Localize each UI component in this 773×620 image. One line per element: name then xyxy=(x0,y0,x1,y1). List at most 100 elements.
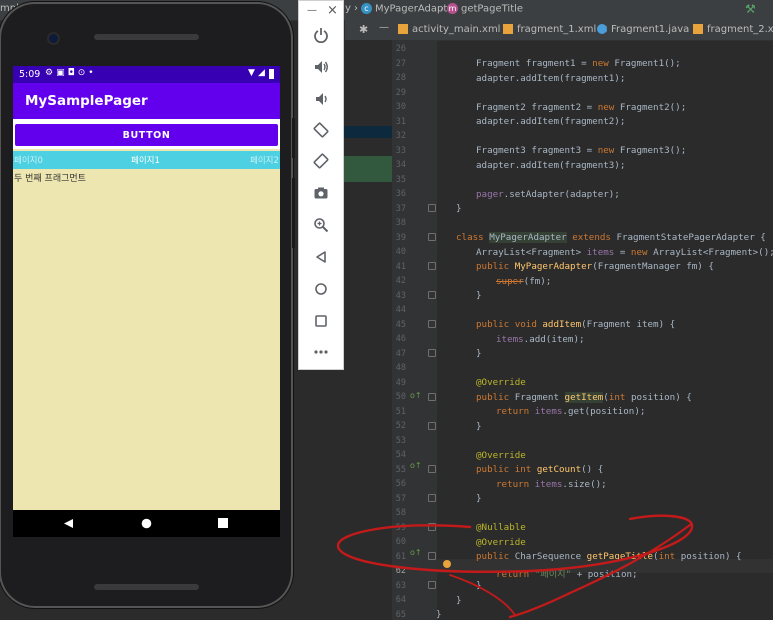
code-line: Fragment3 fragment3 = new Fragment3(); xyxy=(476,145,687,156)
line-number: 48 xyxy=(395,363,406,373)
line-number: 34 xyxy=(395,160,406,170)
fold-marker-icon[interactable] xyxy=(428,233,436,241)
line-number: 57 xyxy=(395,493,406,504)
tab-fragment1-java[interactable]: Fragment1.java× xyxy=(597,24,702,35)
status-time: 5:09 xyxy=(19,69,41,80)
xml-file-icon xyxy=(398,24,408,34)
code-line: pager.setAdapter(adapter); xyxy=(476,188,620,200)
line-number: 27 xyxy=(395,58,406,69)
zoom-icon[interactable] xyxy=(310,214,332,236)
code-line: return items.get(position); xyxy=(496,406,646,417)
code-line: return items.size(); xyxy=(496,478,607,490)
fold-marker-icon[interactable] xyxy=(428,465,436,473)
rotate-left-icon[interactable] xyxy=(310,119,332,141)
tab-activity-main[interactable]: activity_main.xml× xyxy=(398,24,513,35)
editor-tab-bar: ✱ — activity_main.xml× fragment_1.xml× F… xyxy=(345,20,773,41)
code-line: adapter.addItem(fragment2); xyxy=(476,116,626,127)
line-number: 50 xyxy=(395,392,406,402)
line-number: 44 xyxy=(395,305,406,315)
fold-marker-icon[interactable] xyxy=(428,393,436,401)
code-line: @Override xyxy=(476,377,526,388)
breadcrumb-separator: › xyxy=(354,3,358,14)
fold-marker-icon[interactable] xyxy=(428,349,436,357)
tab-fragment-1-xml[interactable]: fragment_1.xml× xyxy=(503,24,609,35)
nav-overview-icon[interactable] xyxy=(218,518,228,528)
settings-gear-icon[interactable]: ✱ xyxy=(359,23,368,36)
volume-up-icon[interactable] xyxy=(310,56,332,78)
line-number: 53 xyxy=(395,435,406,446)
signal-icon: ◢ xyxy=(258,68,265,78)
line-number: 45 xyxy=(395,319,406,330)
override-marker-icon[interactable]: o↑ xyxy=(410,391,422,400)
diff-highlight xyxy=(344,156,392,182)
power-icon[interactable] xyxy=(310,24,332,46)
nav-home-icon[interactable] xyxy=(141,518,152,529)
line-number: 43 xyxy=(395,290,406,301)
line-number: 39 xyxy=(395,232,406,243)
volume-side-button[interactable] xyxy=(292,178,295,248)
fold-marker-icon[interactable] xyxy=(428,494,436,502)
tab-page-1[interactable]: 페이지1 xyxy=(131,154,160,166)
status-bar: 5:09 ⚙▣◘⊙• ▼ ◢ xyxy=(13,66,280,83)
front-camera-icon xyxy=(49,34,58,43)
fragment-text: 두 번째 프래그먼트 xyxy=(14,174,86,184)
main-button[interactable]: BUTTON xyxy=(15,124,278,146)
collapse-icon[interactable]: — xyxy=(379,22,389,33)
override-marker-icon[interactable]: o↑ xyxy=(410,461,422,470)
minimize-button[interactable]: — xyxy=(307,5,317,16)
build-hammer-icon[interactable]: ⚒ xyxy=(745,2,756,16)
code-line: ArrayList<Fragment> items = new ArrayLis… xyxy=(476,246,773,258)
java-class-icon xyxy=(597,24,607,34)
code-line: @Override xyxy=(476,449,526,461)
code-line: public Fragment getItem(int position) { xyxy=(476,391,692,403)
tab-page-0[interactable]: 페이지0 xyxy=(14,154,43,166)
bottom-speaker xyxy=(94,584,199,590)
rotate-right-icon[interactable] xyxy=(310,150,332,172)
tab-fragment-2-xml[interactable]: fragment_2.xml xyxy=(693,24,773,35)
app-bar: MySamplePager xyxy=(13,83,280,119)
breadcrumb-item[interactable]: y xyxy=(345,3,351,14)
line-number: 28 xyxy=(395,73,406,83)
close-button[interactable]: × xyxy=(327,3,338,18)
fold-marker-icon[interactable] xyxy=(428,262,436,270)
xml-file-icon xyxy=(693,24,703,34)
home-icon[interactable] xyxy=(310,278,332,300)
line-number: 32 xyxy=(395,131,406,141)
back-icon[interactable] xyxy=(310,246,332,268)
code-line: } xyxy=(476,420,482,432)
xml-file-icon xyxy=(503,24,513,34)
line-number: 52 xyxy=(395,421,406,431)
line-number: 54 xyxy=(395,450,406,460)
wifi-icon: ▼ xyxy=(248,68,255,78)
line-number: 35 xyxy=(395,174,406,185)
fold-marker-icon[interactable] xyxy=(428,204,436,212)
fold-marker-icon[interactable] xyxy=(428,422,436,430)
pager-title-strip: 페이지0 페이지1 페이지2 xyxy=(13,151,280,169)
tab-page-2[interactable]: 페이지2 xyxy=(250,154,279,166)
selection-highlight xyxy=(344,126,392,138)
code-line: Fragment fragment1 = new Fragment1(); xyxy=(476,58,681,69)
code-line: class MyPagerAdapter extends FragmentSta… xyxy=(456,232,766,243)
code-line: } xyxy=(476,348,482,359)
phone-screen[interactable]: 5:09 ⚙▣◘⊙• ▼ ◢ MySamplePager BUTTON 페이지0… xyxy=(13,66,280,510)
line-number: 31 xyxy=(395,116,406,127)
red-annotation-scribble xyxy=(336,514,694,619)
more-icon[interactable] xyxy=(310,341,332,363)
fold-marker-icon[interactable] xyxy=(428,320,436,328)
breadcrumb-separator: › xyxy=(440,3,444,14)
battery-icon xyxy=(269,69,274,79)
volume-down-icon[interactable] xyxy=(310,88,332,110)
notification-icons: ⚙▣◘⊙• xyxy=(45,68,97,78)
line-number: 40 xyxy=(395,247,406,257)
power-side-button[interactable] xyxy=(292,118,295,158)
fold-marker-icon[interactable] xyxy=(428,291,436,299)
class-icon: c xyxy=(361,3,372,14)
code-line: } xyxy=(476,493,482,504)
line-number: 42 xyxy=(395,276,406,286)
nav-back-icon[interactable] xyxy=(63,518,74,529)
overview-icon[interactable] xyxy=(310,310,332,332)
code-line: super(fm); xyxy=(496,275,552,287)
breadcrumb-method[interactable]: m getPageTitle xyxy=(447,3,523,15)
line-number: 47 xyxy=(395,348,406,359)
camera-icon[interactable] xyxy=(310,182,332,204)
